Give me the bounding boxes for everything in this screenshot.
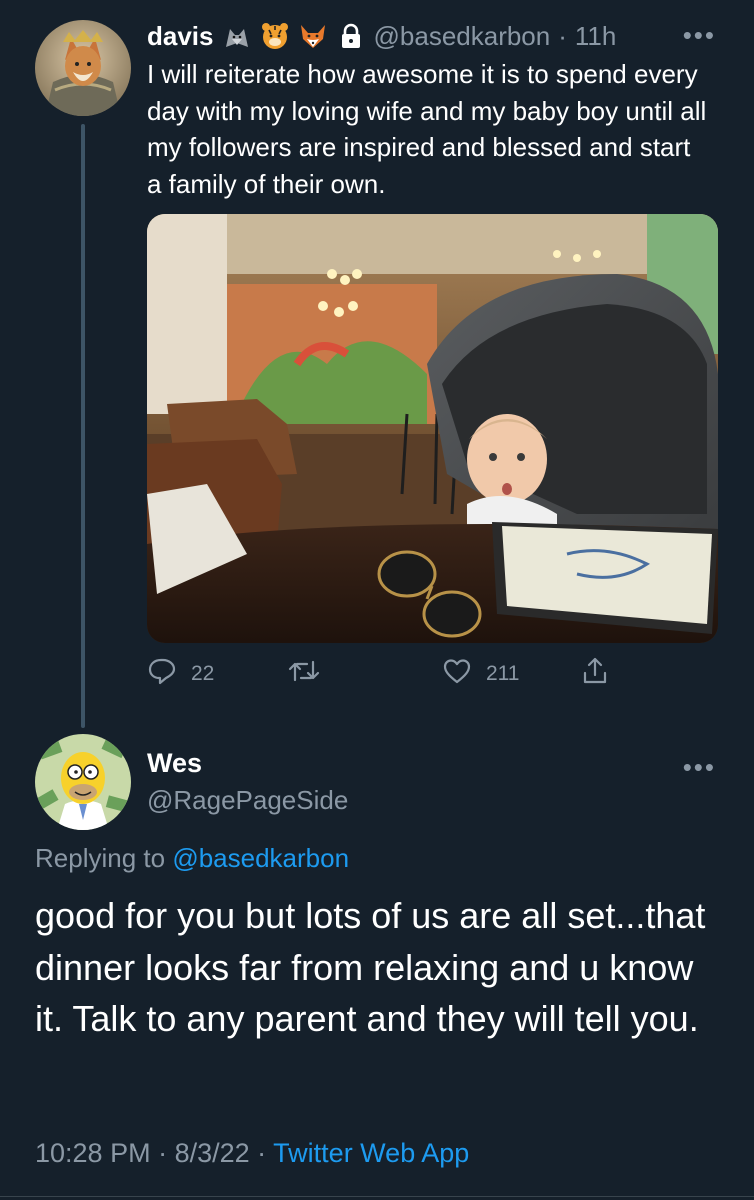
fox-emoji-icon	[298, 21, 328, 51]
reply-tweet-text: good for you but lots of us are all set.…	[35, 895, 706, 1039]
tweet-meta: 10:28 PM · 8/3/22 · Twitter Web App	[35, 1138, 469, 1169]
meta-separator: ·	[150, 1138, 175, 1168]
tweet1-text: I will reiterate how awesome it is to sp…	[147, 59, 707, 199]
retweet-icon	[287, 656, 321, 692]
like-button[interactable]: 211	[442, 656, 519, 692]
reply-count: 22	[191, 662, 215, 685]
meta-separator-2: ·	[249, 1138, 274, 1168]
thread-connector-line	[81, 124, 85, 728]
retweet-button[interactable]	[287, 656, 321, 692]
reply-author-name[interactable]: Wes	[147, 748, 202, 779]
avatar-wes[interactable]	[35, 734, 131, 830]
replying-to-line: Replying to @basedkarbon	[35, 843, 349, 874]
author-name[interactable]: davis	[147, 21, 214, 52]
replying-prefix: Replying to	[35, 843, 173, 873]
tweet-time[interactable]: 11h	[575, 21, 616, 52]
tweet1-header: davis @basedkarbon · 11h	[147, 16, 616, 56]
tweet1-actions: 22 211	[147, 656, 627, 696]
divider	[0, 1196, 754, 1197]
wolf-emoji-icon	[222, 21, 252, 51]
share-button[interactable]	[580, 656, 610, 692]
share-icon	[580, 656, 610, 692]
more-options-icon[interactable]: •••	[683, 752, 716, 783]
tiger-emoji-icon	[260, 21, 290, 51]
replying-mention-link[interactable]: @basedkarbon	[172, 843, 349, 873]
like-count: 211	[486, 662, 520, 685]
reply-icon	[147, 656, 177, 692]
author-handle[interactable]: @basedkarbon	[374, 21, 551, 52]
tweet-timestamp[interactable]: 10:28 PM	[35, 1138, 151, 1168]
tweet-media-image[interactable]	[147, 214, 718, 643]
reply-author-handle[interactable]: @RagePageSide	[147, 785, 348, 816]
more-options-icon[interactable]: •••	[683, 20, 716, 51]
tweet-date[interactable]: 8/3/22	[175, 1138, 250, 1168]
tweet-source-link[interactable]: Twitter Web App	[273, 1138, 469, 1168]
header-separator: ·	[558, 20, 567, 51]
reply-button[interactable]: 22	[147, 656, 214, 692]
avatar-davis[interactable]	[35, 20, 131, 116]
heart-icon	[442, 656, 472, 692]
lock-icon	[336, 21, 366, 51]
